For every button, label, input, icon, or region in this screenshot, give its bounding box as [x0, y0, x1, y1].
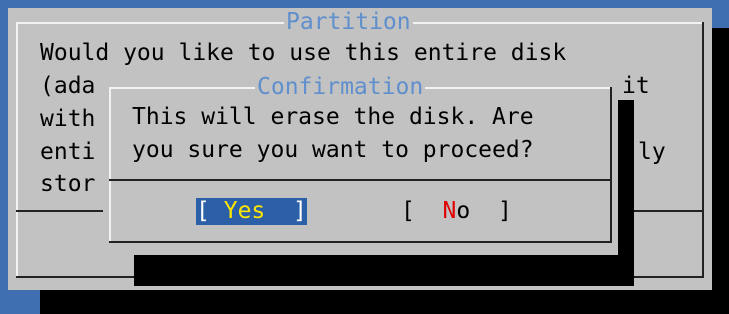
partition-frame-right [702, 22, 704, 278]
no-button-open: [ [401, 198, 443, 224]
confirmation-message-line-2: you sure you want to proceed? [132, 137, 534, 163]
no-button-close: ] [470, 198, 512, 224]
confirmation-message-line-1: This will erase the disk. Are [132, 104, 534, 130]
confirmation-separator [109, 179, 612, 181]
partition-fragment-it: it [622, 73, 650, 99]
partition-line-5: stor [40, 171, 96, 197]
partition-line-1: Would you like to use this entire disk [40, 40, 567, 66]
partition-line-4: enti [40, 139, 96, 165]
yes-button-close: ] [265, 198, 307, 224]
partition-fragment-ly: ly [638, 139, 666, 165]
confirmation-title: Confirmation [255, 74, 426, 101]
partition-frame-left [16, 22, 18, 278]
partition-line-3: with [40, 106, 96, 132]
yes-button[interactable]: [ Yes ] [196, 198, 307, 225]
no-button-rest: o [456, 198, 471, 224]
no-button-hotkey: N [442, 198, 457, 224]
partition-line-2: (ada [40, 73, 96, 99]
confirmation-frame-left [109, 87, 111, 243]
no-button[interactable]: [ No ] [401, 198, 512, 225]
partition-title: Partition [284, 9, 413, 36]
yes-button-open: [ [196, 198, 224, 224]
confirmation-frame-bottom [109, 241, 612, 243]
confirmation-frame-right [610, 87, 612, 243]
confirmation-dialog: Confirmation This will erase the disk. A… [103, 73, 618, 255]
yes-button-rest: es [237, 198, 266, 224]
yes-button-hotkey: Y [223, 198, 238, 224]
